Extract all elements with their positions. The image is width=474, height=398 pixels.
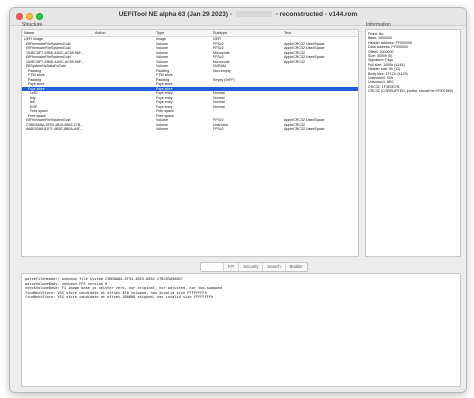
information-panel[interactable]: Fixed: No Base: 1000000 Header address: FF… xyxy=(365,29,461,257)
tab-builder[interactable]: Builder xyxy=(286,263,307,271)
tree-cell-type: Volume xyxy=(156,127,168,131)
tree-row[interactable]: 8A6E03A9-81FF-4B2E-8B0A-64F... Volume FFSv… xyxy=(22,127,358,132)
tab-security[interactable]: Security xyxy=(239,263,264,271)
redacted-filename xyxy=(235,11,272,18)
window-title: UEFITool NE alpha 63 (Jan 29 2023) - - r… xyxy=(10,11,466,18)
window-title-right: - reconstructed - v144.rom xyxy=(275,11,358,18)
messages-log[interactable]: parseFileHeader: unknown file system C3B… xyxy=(21,273,461,387)
information-text: Fixed: No Base: 1000000 Header address: FF… xyxy=(368,32,453,94)
column-header-subtype[interactable]: Subtype xyxy=(213,30,227,36)
app-window: UEFITool NE alpha 63 (Jan 29 2023) - - r… xyxy=(9,7,467,393)
tab-search[interactable]: Search xyxy=(263,263,286,271)
tree-cell-name: 8A6E03A9-81FF-4B2E-8B0A-64F... xyxy=(24,127,83,131)
tree-rows: UEFI image Image UEFI EfiFirmwareFileSyste… xyxy=(22,37,358,132)
information-label: Information xyxy=(366,22,392,28)
column-header-type[interactable]: Type xyxy=(156,30,164,36)
bottom-tabs: FIT Security Search Builder xyxy=(200,262,308,272)
log-line: findNextStore: VSS store candidate at of… xyxy=(25,295,214,300)
tree-cell-subtype: FFSv2 xyxy=(213,127,224,131)
column-header-action[interactable]: Action xyxy=(95,30,106,36)
title-bar: UEFITool NE alpha 63 (Jan 29 2023) - - r… xyxy=(10,8,466,26)
log-text: parseFileHeader: unknown file system C3B… xyxy=(25,277,222,300)
tree-cell-text: AppleCRC32 UsedSpace xyxy=(284,127,325,131)
tab-fit[interactable]: FIT xyxy=(224,263,240,271)
structure-label: Structure xyxy=(22,22,43,28)
column-header-text[interactable]: Text xyxy=(284,30,291,36)
info-line: CRC32 (CORRUPTED, invalid, should be 979… xyxy=(368,89,453,94)
column-header-name[interactable]: Name xyxy=(24,30,34,36)
structure-tree[interactable]: Name Action Type Subtype Text UEFI image… xyxy=(21,29,359,257)
filter-input[interactable] xyxy=(201,263,224,271)
tree-header: Name Action Type Subtype Text xyxy=(22,30,358,37)
window-title-left: UEFITool NE alpha 63 (Jan 29 2023) - xyxy=(118,11,233,18)
